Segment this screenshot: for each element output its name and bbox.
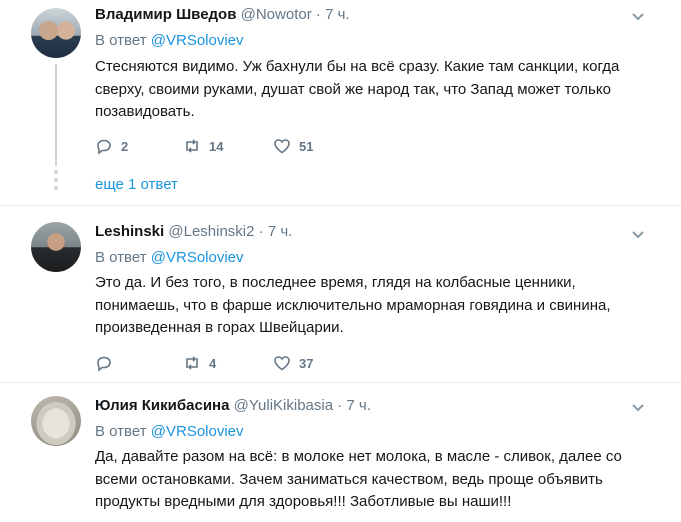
avatar[interactable]	[31, 8, 81, 58]
separator-dot: ·	[315, 6, 321, 23]
reply-mention[interactable]: @VRSoloviev	[151, 249, 244, 266]
retweet-button[interactable]: 4	[183, 354, 216, 372]
reply-count: 2	[121, 138, 129, 154]
separator-dot: ·	[258, 223, 264, 240]
timestamp[interactable]: 7 ч.	[346, 397, 371, 414]
tweet[interactable]: Юлия Кикибасина @YuliKikibasia · 7 ч. В …	[0, 383, 681, 522]
tweet-menu-caret[interactable]	[631, 401, 649, 419]
reply-prefix: В ответ	[95, 249, 147, 266]
retweet-icon	[186, 139, 198, 153]
thread-line	[55, 64, 57, 166]
tweet-header: Владимир Шведов @Nowotor · 7 ч.	[95, 6, 350, 23]
author-handle[interactable]: @Leshinski2	[168, 223, 254, 240]
reply-prefix: В ответ	[95, 423, 147, 440]
chevron-down-icon	[632, 404, 644, 412]
show-more-replies-link[interactable]: еще 1 ответ	[95, 176, 178, 193]
chevron-down-icon	[632, 13, 644, 21]
retweet-count: 14	[209, 138, 224, 154]
like-count: 37	[299, 355, 314, 371]
reply-icon	[97, 356, 111, 372]
reply-icon	[97, 139, 111, 155]
reply-context: В ответ @VRSoloviev	[95, 32, 244, 49]
reply-context: В ответ @VRSoloviev	[95, 423, 244, 440]
retweet-icon	[186, 356, 198, 370]
tweet-menu-caret[interactable]	[631, 228, 649, 246]
author-name[interactable]: Юлия Кикибасина	[95, 397, 229, 414]
tweet-menu-caret[interactable]	[631, 10, 649, 28]
tweet-actions: 2 14 51	[95, 137, 395, 157]
avatar[interactable]	[31, 396, 81, 446]
like-button[interactable]: 51	[273, 137, 313, 155]
tweet-header: Юлия Кикибасина @YuliKikibasia · 7 ч.	[95, 397, 371, 414]
author-handle[interactable]: @YuliKikibasia	[234, 397, 333, 414]
retweet-button[interactable]: 14	[183, 137, 223, 155]
tweet[interactable]: Leshinski @Leshinski2 · 7 ч. В ответ @VR…	[0, 206, 681, 381]
heart-icon	[274, 356, 290, 371]
retweet-count: 4	[209, 355, 217, 371]
reply-mention[interactable]: @VRSoloviev	[151, 423, 244, 440]
reply-prefix: В ответ	[95, 32, 147, 49]
reply-mention[interactable]: @VRSoloviev	[151, 32, 244, 49]
tweet-text: Это да. И без того, в последнее время, г…	[95, 274, 611, 336]
tweet-header: Leshinski @Leshinski2 · 7 ч.	[95, 223, 292, 240]
separator-dot: ·	[337, 397, 343, 414]
author-name[interactable]: Leshinski	[95, 223, 164, 240]
timestamp[interactable]: 7 ч.	[325, 6, 350, 23]
tweet[interactable]: Владимир Шведов @Nowotor · 7 ч. В ответ …	[0, 0, 681, 205]
avatar[interactable]	[31, 222, 81, 272]
author-handle[interactable]: @Nowotor	[241, 6, 312, 23]
like-count: 51	[299, 138, 314, 154]
reply-button[interactable]	[95, 354, 121, 372]
timestamp[interactable]: 7 ч.	[268, 223, 293, 240]
tweet-actions: 4 37	[95, 354, 395, 374]
tweet-text: Стесняются видимо. Уж бахнули бы на всё …	[95, 58, 620, 120]
heart-icon	[274, 139, 290, 154]
thread-dots	[54, 170, 58, 194]
reply-button[interactable]: 2	[95, 137, 128, 155]
like-button[interactable]: 37	[273, 354, 313, 372]
reply-context: В ответ @VRSoloviev	[95, 249, 244, 266]
chevron-down-icon	[632, 231, 644, 239]
tweet-text: Да, давайте разом на всё: в молоке нет м…	[95, 448, 622, 510]
author-name[interactable]: Владимир Шведов	[95, 6, 236, 23]
